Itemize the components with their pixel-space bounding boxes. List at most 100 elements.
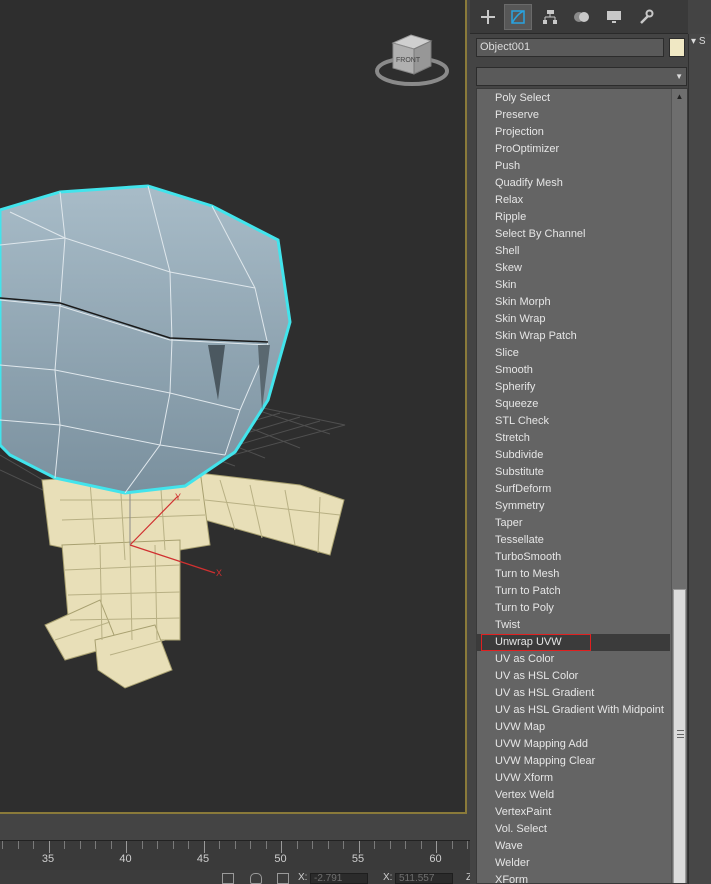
modifier-list-item[interactable]: STL Check [477, 413, 670, 430]
modifier-list-item[interactable]: XForm [477, 872, 670, 883]
modifier-list-item-label: Skin [495, 279, 517, 291]
y-coord-field[interactable]: 511.557 [395, 873, 453, 884]
modifier-list-item[interactable]: Turn to Patch [477, 583, 670, 600]
modifier-list-item[interactable]: TurboSmooth [477, 549, 670, 566]
modifier-list-item[interactable]: Taper [477, 515, 670, 532]
modifier-list-item-label: Twist [495, 619, 521, 631]
utilities-icon [640, 9, 654, 24]
modifier-list-item[interactable]: Tessellate [477, 532, 670, 549]
modifier-list-item-label: Select By Channel [495, 228, 586, 240]
modifier-list-item[interactable]: Wave [477, 838, 670, 855]
timeline-tick [126, 841, 127, 853]
tab-utilities[interactable] [632, 4, 660, 30]
object-name-field[interactable]: Object001 [476, 38, 664, 57]
modifier-list-item[interactable]: Spherify [477, 379, 670, 396]
modifier-list-item[interactable]: UV as Color [477, 651, 670, 668]
hierarchy-icon [543, 10, 557, 24]
modifier-list-item[interactable]: Preserve [477, 107, 670, 124]
x-coord-field[interactable]: -2.791 [310, 873, 368, 884]
modifier-list-item[interactable]: UVW Xform [477, 770, 670, 787]
modifier-list-item[interactable]: UV as HSL Color [477, 668, 670, 685]
modifier-list-item[interactable]: VertexPaint [477, 804, 670, 821]
timeline-tick [235, 841, 236, 849]
modifier-list-item-label: Turn to Patch [495, 585, 561, 597]
modifier-list-dropdown[interactable]: ▼ [476, 67, 687, 86]
modifier-list-item-label: Welder [495, 857, 530, 869]
modifier-list-scrollbar[interactable]: ▲ [671, 89, 687, 883]
modifier-list-item[interactable]: Squeeze [477, 396, 670, 413]
modifier-list-item[interactable]: Skin [477, 277, 670, 294]
modifier-list-item-label: Symmetry [495, 500, 545, 512]
modify-icon [511, 10, 525, 24]
modifier-list-item[interactable]: Shell [477, 243, 670, 260]
modifier-list-item[interactable]: ProOptimizer [477, 141, 670, 158]
modifier-list[interactable]: Poly Select Preserve Projection ProOptimize… [476, 88, 688, 884]
modifier-list-item[interactable]: Smooth [477, 362, 670, 379]
timeline-tick [467, 841, 468, 849]
modifier-list-item[interactable]: SurfDeform [477, 481, 670, 498]
modifier-list-item-label: VertexPaint [495, 806, 552, 818]
modifier-list-item[interactable]: Stretch [477, 430, 670, 447]
modifier-list-item-label: Skin Wrap [495, 313, 546, 325]
modifier-list-item[interactable]: Skin Wrap Patch [477, 328, 670, 345]
viewcube[interactable]: FRONT [374, 28, 450, 90]
modifier-list-item[interactable]: Relax [477, 192, 670, 209]
modifier-list-item[interactable]: UVW Map [477, 719, 670, 736]
modifier-list-item[interactable]: Subdivide [477, 447, 670, 464]
modifier-list-item[interactable]: Poly Select [477, 90, 670, 107]
tab-create[interactable] [474, 4, 502, 30]
modifier-list-item[interactable]: Push [477, 158, 670, 175]
modifier-list-item[interactable]: Slice [477, 345, 670, 362]
tab-motion[interactable] [568, 4, 596, 30]
tab-display[interactable] [600, 4, 628, 30]
tab-modify[interactable] [504, 4, 532, 30]
scroll-up-icon[interactable]: ▲ [672, 89, 687, 105]
perspective-viewport[interactable]: X Y Z [0, 0, 467, 814]
timeline-frame-label: 45 [196, 853, 210, 865]
y-coord-label: X: [383, 872, 393, 883]
modifier-list-item[interactable]: Turn to Mesh [477, 566, 670, 583]
modifier-list-item[interactable]: Skin Wrap [477, 311, 670, 328]
modifier-list-item[interactable]: Turn to Poly [477, 600, 670, 617]
tab-hierarchy[interactable] [536, 4, 564, 30]
modifier-list-item[interactable]: Unwrap UVW [477, 634, 670, 651]
modifier-list-item-label: Slice [495, 347, 519, 359]
modifier-list-item[interactable]: Welder [477, 855, 670, 872]
modifier-list-item-label: UVW Xform [495, 772, 554, 784]
modifier-list-item[interactable]: Substitute [477, 464, 670, 481]
timeline-tick [80, 841, 81, 849]
modifier-list-item-label: Vol. Select [495, 823, 547, 835]
modifier-list-item[interactable]: Vol. Select [477, 821, 670, 838]
timeline-ruler[interactable]: 35 40 45 50 55 60 [0, 840, 478, 870]
head-mesh[interactable] [0, 184, 292, 495]
modifier-list-item-label: Turn to Mesh [495, 568, 560, 580]
lock-icon[interactable] [250, 873, 262, 884]
modifier-list-item-label: Wave [495, 840, 523, 852]
create-icon [481, 10, 495, 24]
modifier-list-item[interactable]: UVW Mapping Add [477, 736, 670, 753]
scrollbar-thumb[interactable] [673, 589, 686, 883]
modifier-list-item[interactable]: Select By Channel [477, 226, 670, 243]
timeline-tick [204, 841, 205, 853]
timeline-frame-label: 35 [41, 853, 55, 865]
rollout-header[interactable]: ▾ S [691, 36, 711, 50]
modifier-list-item[interactable]: UV as HSL Gradient [477, 685, 670, 702]
timeline-tick [142, 841, 143, 849]
modifier-list-item[interactable]: Skin Morph [477, 294, 670, 311]
modifier-list-item[interactable]: UVW Mapping Clear [477, 753, 670, 770]
modifier-list-item[interactable]: Twist [477, 617, 670, 634]
modifier-list-item[interactable]: Ripple [477, 209, 670, 226]
modifier-list-item[interactable]: Skew [477, 260, 670, 277]
modifier-list-item[interactable]: Projection [477, 124, 670, 141]
absolute-mode-icon[interactable] [277, 873, 289, 884]
modifier-list-item[interactable]: Quadify Mesh [477, 175, 670, 192]
modifier-list-item[interactable]: Symmetry [477, 498, 670, 515]
viewcube-icon[interactable]: FRONT [374, 28, 450, 90]
selection-lock-icon[interactable] [222, 873, 234, 884]
modifier-list-item-label: Skin Morph [495, 296, 551, 308]
timeline-tick [2, 841, 3, 849]
modifier-list-item[interactable]: Vertex Weld [477, 787, 670, 804]
object-color-swatch[interactable] [669, 38, 685, 57]
modifier-list-item[interactable]: UV as HSL Gradient With Midpoint [477, 702, 670, 719]
gizmo-x-label: X [216, 568, 222, 578]
